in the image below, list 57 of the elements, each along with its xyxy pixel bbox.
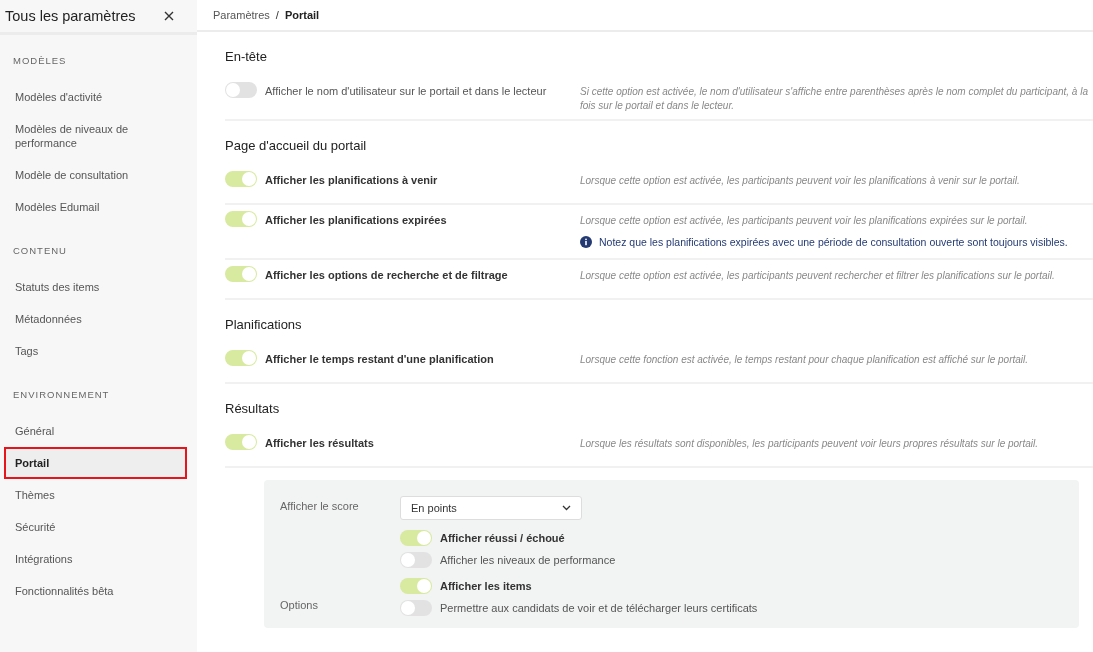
toggle-switch[interactable] bbox=[225, 434, 257, 450]
toggle-switch[interactable] bbox=[400, 578, 432, 594]
option-label: Afficher les items bbox=[440, 580, 532, 592]
toggle-switch[interactable] bbox=[400, 600, 432, 616]
setting-label: Afficher le temps restant d'une planification bbox=[265, 352, 494, 365]
section-title: En-tête bbox=[225, 49, 268, 64]
score-dropdown[interactable]: En points bbox=[400, 496, 582, 520]
setting-description: Lorsque cette option est activée, les participants peuvent voir les planifications à venir sur le portail. bbox=[580, 174, 1021, 188]
field-label: Options bbox=[280, 599, 319, 611]
chevron-down-icon bbox=[562, 505, 571, 511]
toggle-switch[interactable] bbox=[225, 82, 257, 98]
toggle-switch[interactable] bbox=[400, 530, 432, 546]
option-label: Afficher réussi / échoué bbox=[440, 532, 565, 544]
setting-label: Afficher les planifications à venir bbox=[265, 173, 438, 186]
sidebar-heading: ENVIRONNEMENT bbox=[12, 389, 111, 400]
sidebar-item[interactable]: Modèles de niveaux de performance bbox=[4, 113, 187, 159]
section-title: Planifications bbox=[225, 317, 303, 332]
option-label: Permettre aux candidats de voir et de télécharger leurs certificats bbox=[440, 602, 758, 614]
info-note: Notez que les planifications expirées avec une période de consultation ouverte sont toujours visibles. bbox=[599, 236, 1068, 248]
breadcrumb-item: Portail bbox=[284, 9, 320, 21]
breadcrumb-separator: / bbox=[275, 9, 279, 21]
setting-description: Lorsque cette option est activée, les participants peuvent voir les planifications expirées sur le portail. bbox=[580, 214, 1029, 228]
sidebar-title: Tous les paramètres bbox=[5, 8, 136, 24]
close-icon[interactable] bbox=[164, 11, 174, 21]
setting-description: Lorsque cette option est activée, les participants peuvent rechercher et filtrer les planifications sur le portail. bbox=[580, 269, 1056, 283]
sidebar-item[interactable]: Portail bbox=[4, 447, 187, 479]
setting-label: Afficher le nom d'utilisateur sur le portail et dans le lecteur bbox=[265, 84, 547, 97]
sidebar-item[interactable]: Général bbox=[4, 415, 187, 447]
sidebar-heading: MODÈLES bbox=[12, 55, 68, 66]
setting-label: Afficher les planifications expirées bbox=[265, 213, 447, 226]
option-label: Afficher les niveaux de performance bbox=[440, 554, 616, 566]
section-title: Page d'accueil du portail bbox=[225, 138, 368, 153]
toggle-switch[interactable] bbox=[225, 211, 257, 227]
sidebar-item[interactable]: Tags bbox=[4, 335, 187, 367]
sidebar-item[interactable]: Thèmes bbox=[4, 479, 187, 511]
toggle-switch[interactable] bbox=[225, 266, 257, 282]
sidebar-item[interactable]: Métadonnées bbox=[4, 303, 187, 335]
sidebar-item[interactable]: Intégrations bbox=[4, 543, 187, 575]
sidebar-heading: CONTENU bbox=[12, 245, 68, 256]
sidebar-item[interactable]: Modèle de consultation bbox=[4, 159, 187, 191]
setting-description: Lorsque les résultats sont disponibles, les participants peuvent voir leurs propres résultats sur le portail. bbox=[580, 437, 1039, 451]
section-title: Résultats bbox=[225, 401, 281, 416]
setting-label: Afficher les résultats bbox=[265, 436, 374, 449]
toggle-switch[interactable] bbox=[225, 171, 257, 187]
info-icon bbox=[580, 236, 592, 248]
sidebar-item[interactable]: Modèles d'activité bbox=[4, 81, 187, 113]
setting-description: Lorsque cette fonction est activée, le temps restant pour chaque planification est affiché sur le portail. bbox=[580, 353, 1030, 367]
sidebar-item[interactable]: Modèles Edumail bbox=[4, 191, 187, 223]
sidebar-item[interactable]: Fonctionnalités bêta bbox=[4, 575, 187, 607]
sidebar-item[interactable]: Statuts des items bbox=[4, 271, 187, 303]
setting-description: Si cette option est activée, le nom d'utilisateur s'affiche entre parenthèses après le nom complet du participant, à la fois sur le portail et dans le lecteur. bbox=[580, 85, 1089, 113]
field-label: Afficher le score bbox=[280, 499, 360, 512]
breadcrumb-item[interactable]: Paramètres bbox=[213, 9, 270, 21]
setting-label: Afficher les options de recherche et de filtrage bbox=[265, 268, 508, 281]
sidebar-item[interactable]: Sécurité bbox=[4, 511, 187, 543]
toggle-switch[interactable] bbox=[400, 552, 432, 568]
toggle-switch[interactable] bbox=[225, 350, 257, 366]
